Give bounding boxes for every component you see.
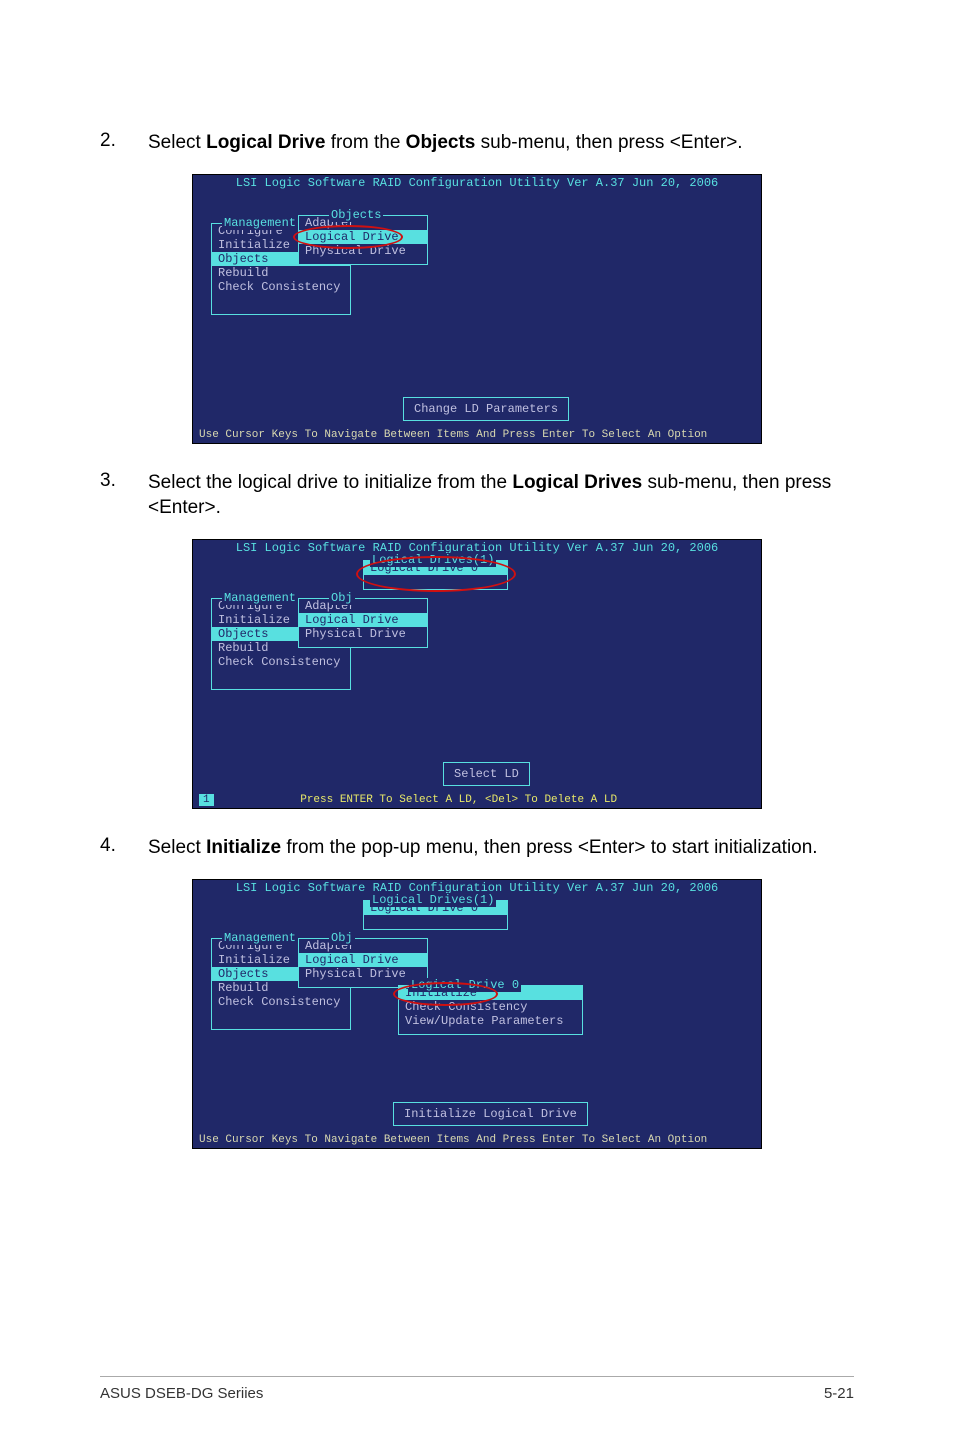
management-title: Management (222, 931, 298, 945)
mgmt-check[interactable]: Check Consistency (212, 995, 350, 1009)
page-footer: ASUS DSEB-DG Seriies 5-21 (100, 1376, 854, 1402)
footer-hint: Use Cursor Keys To Navigate Between Item… (193, 1133, 761, 1148)
logical-drive-menu: Logical Drive 0 Initialize Check Consist… (398, 985, 583, 1035)
obj-logical-drive[interactable]: Logical Drive (299, 613, 427, 627)
step-text: Select the logical drive to initialize f… (148, 470, 854, 521)
management-title: Management (222, 216, 298, 230)
objects-title-abbrev: Obj (329, 931, 355, 945)
step-number: 3. (100, 470, 148, 521)
text-bold: Objects (406, 132, 476, 153)
objects-title: Objects (329, 208, 383, 222)
ld0-menu-title: Logical Drive 0 (409, 978, 521, 992)
utility-title: LSI Logic Software RAID Configuration Ut… (193, 175, 761, 192)
objects-panel: Objects Adapter Logical Drive Physical D… (298, 215, 428, 265)
obj-physical-drive[interactable]: Physical Drive (299, 627, 427, 641)
screenshot-1: LSI Logic Software RAID Configuration Ut… (192, 174, 762, 444)
mgmt-rebuild[interactable]: Rebuild (212, 266, 350, 280)
obj-physical-drive[interactable]: Physical Drive (299, 244, 427, 258)
obj-physical-drive[interactable]: Physical Drive (299, 967, 427, 981)
step-text: Select Logical Drive from the Objects su… (148, 130, 743, 156)
step-number: 4. (100, 835, 148, 861)
logical-drives-title: Logical Drives(1) (370, 553, 496, 567)
text: from the pop-up menu, then press <Enter>… (281, 837, 818, 858)
text-bold: Initialize (206, 837, 281, 858)
logical-drives-title: Logical Drives(1) (370, 893, 496, 907)
obj-adapter[interactable]: Adapter (299, 599, 427, 613)
management-title: Management (222, 591, 298, 605)
logical-drives-panel: Logical Drives(1) Logical Drive 0 (363, 900, 508, 930)
footer-hint: Use Cursor Keys To Navigate Between Item… (193, 428, 761, 443)
status-box: Initialize Logical Drive (393, 1102, 588, 1126)
step-number: 2. (100, 130, 148, 156)
ld0-view[interactable]: View/Update Parameters (399, 1014, 582, 1028)
step-3: 3. Select the logical drive to initializ… (100, 470, 854, 521)
objects-panel: Obj Adapter Logical Drive Physical Drive (298, 598, 428, 648)
footer-text: Press ENTER To Select A LD, <Del> To Del… (300, 794, 617, 806)
footer-right: 5-21 (824, 1385, 854, 1402)
text: Select (148, 132, 206, 153)
obj-adapter[interactable]: Adapter (299, 939, 427, 953)
status-box: Change LD Parameters (403, 397, 569, 421)
text: Select the logical drive to initialize f… (148, 472, 512, 493)
footer-index: 1 (199, 794, 214, 806)
objects-title-abbrev: Obj (329, 591, 355, 605)
obj-logical-drive[interactable]: Logical Drive (299, 230, 427, 244)
footer-text: Use Cursor Keys To Navigate Between Item… (199, 429, 707, 441)
mgmt-check[interactable]: Check Consistency (212, 280, 350, 294)
screenshot-3: LSI Logic Software RAID Configuration Ut… (192, 879, 762, 1149)
text-bold: Logical Drive (206, 132, 325, 153)
step-2: 2. Select Logical Drive from the Objects… (100, 130, 854, 156)
screenshot-2: LSI Logic Software RAID Configuration Ut… (192, 539, 762, 809)
mgmt-check[interactable]: Check Consistency (212, 655, 350, 669)
text: from the (325, 132, 405, 153)
footer-text: Use Cursor Keys To Navigate Between Item… (199, 1134, 707, 1146)
step-4: 4. Select Initialize from the pop-up men… (100, 835, 854, 861)
text: Select (148, 837, 206, 858)
footer-hint: 1 Press ENTER To Select A LD, <Del> To D… (193, 793, 761, 808)
obj-logical-drive[interactable]: Logical Drive (299, 953, 427, 967)
status-box: Select LD (443, 762, 530, 786)
logical-drives-panel: Logical Drives(1) Logical Drive 0 (363, 560, 508, 590)
step-text: Select Initialize from the pop-up menu, … (148, 835, 818, 861)
text-bold: Logical Drives (512, 472, 642, 493)
ld0-check[interactable]: Check Consistency (399, 1000, 582, 1014)
text: sub-menu, then press <Enter>. (475, 132, 742, 153)
footer-left: ASUS DSEB-DG Seriies (100, 1385, 263, 1402)
